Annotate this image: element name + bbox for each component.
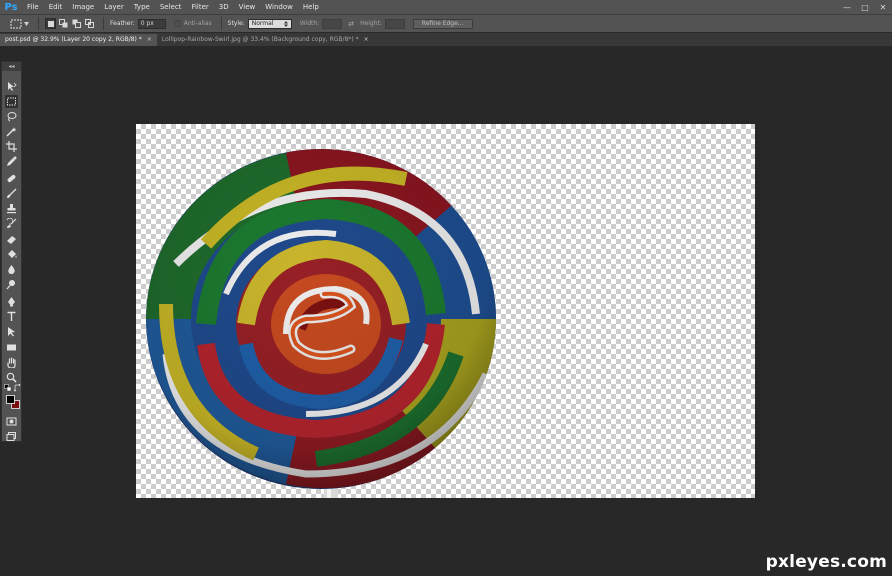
style-select[interactable]: Normal bbox=[247, 18, 292, 29]
eyedropper-tool-icon[interactable] bbox=[5, 155, 18, 168]
photoshop-logo-icon: Ps bbox=[4, 1, 18, 13]
document-tab-bar: post.psd @ 32.9% (Layer 20 copy 2, RGB/8… bbox=[0, 33, 892, 46]
tool-preset-picker[interactable] bbox=[6, 16, 32, 31]
menu-3d[interactable]: 3D bbox=[214, 0, 234, 14]
lasso-tool-icon[interactable] bbox=[5, 110, 18, 123]
menu-image[interactable]: Image bbox=[67, 0, 99, 14]
document-canvas[interactable] bbox=[136, 124, 755, 498]
menu-type[interactable]: Type bbox=[129, 0, 155, 14]
add-to-selection-button[interactable] bbox=[58, 18, 69, 29]
menu-file[interactable]: File bbox=[22, 0, 44, 14]
clone-stamp-tool-icon[interactable] bbox=[5, 202, 18, 215]
paint-bucket-tool-icon[interactable] bbox=[5, 248, 18, 261]
divider bbox=[38, 17, 39, 30]
zoom-tool-icon[interactable] bbox=[5, 371, 18, 384]
history-brush-tool-icon[interactable] bbox=[5, 217, 18, 230]
brush-tool-icon[interactable] bbox=[5, 187, 18, 200]
swap-colors-icon[interactable] bbox=[14, 384, 22, 392]
new-selection-icon bbox=[47, 20, 54, 27]
move-tool-icon[interactable] bbox=[5, 80, 18, 93]
close-button[interactable]: ✕ bbox=[874, 0, 892, 14]
maximize-button[interactable]: □ bbox=[856, 0, 874, 14]
tab-title: Lollipop-Rainbow-Swirl.jpg @ 33.4% (Back… bbox=[161, 36, 359, 43]
screen-mode-icon[interactable] bbox=[5, 430, 18, 443]
foreground-color-swatch[interactable] bbox=[6, 395, 15, 404]
anti-alias-label: Anti-alias bbox=[183, 20, 212, 27]
subtract-selection-icon bbox=[72, 19, 81, 28]
tab-title: post.psd @ 32.9% (Layer 20 copy 2, RGB/8… bbox=[5, 36, 142, 43]
watermark: pxleyes.com bbox=[765, 552, 887, 572]
hand-tool-icon[interactable] bbox=[5, 356, 18, 369]
rectangular-marquee-icon bbox=[10, 19, 21, 28]
anti-alias-checkbox[interactable] bbox=[173, 20, 181, 27]
add-selection-icon bbox=[59, 19, 68, 28]
height-label: Height: bbox=[360, 20, 382, 27]
divider bbox=[220, 17, 222, 30]
chevron-down-icon bbox=[23, 21, 29, 26]
intersect-selection-icon bbox=[85, 19, 94, 28]
feather-label: Feather: bbox=[110, 20, 135, 27]
divider bbox=[103, 17, 104, 30]
quick-mask-icon[interactable] bbox=[5, 415, 18, 428]
menu-window[interactable]: Window bbox=[260, 0, 298, 14]
swap-width-height-icon[interactable]: ⇄ bbox=[348, 20, 354, 28]
menu-edit[interactable]: Edit bbox=[44, 0, 68, 14]
menu-help[interactable]: Help bbox=[298, 0, 324, 14]
tab-post-psd[interactable]: post.psd @ 32.9% (Layer 20 copy 2, RGB/8… bbox=[0, 34, 157, 46]
blur-tool-icon[interactable] bbox=[5, 263, 18, 276]
menu-layer[interactable]: Layer bbox=[99, 0, 129, 14]
collapse-panel-icon[interactable]: ◂◂ bbox=[2, 62, 21, 71]
refine-edge-button[interactable]: Refine Edge... bbox=[412, 18, 473, 29]
rectangle-tool-icon[interactable] bbox=[5, 341, 18, 354]
options-bar: Feather: 0 px Anti-alias Style: Normal W… bbox=[0, 14, 892, 33]
intersect-selection-button[interactable] bbox=[84, 18, 95, 29]
marquee-tool-icon[interactable] bbox=[5, 95, 18, 108]
menu-filter[interactable]: Filter bbox=[186, 0, 213, 14]
new-selection-button[interactable] bbox=[45, 18, 56, 29]
up-down-arrows-icon bbox=[283, 20, 288, 27]
feather-input[interactable]: 0 px bbox=[137, 18, 166, 29]
menu-bar: Ps File Edit Image Layer Type Select Fil… bbox=[0, 0, 892, 14]
width-label: Width: bbox=[299, 20, 320, 27]
photoshop-window: Ps File Edit Image Layer Type Select Fil… bbox=[0, 0, 892, 576]
close-tab-icon[interactable]: × bbox=[364, 34, 369, 46]
crop-tool-icon[interactable] bbox=[5, 140, 18, 153]
tools-panel: ◂◂ bbox=[1, 61, 22, 442]
lollipop-image bbox=[146, 149, 496, 498]
default-colors-icon[interactable] bbox=[4, 384, 12, 392]
width-input[interactable] bbox=[322, 18, 343, 29]
healing-brush-tool-icon[interactable] bbox=[5, 172, 18, 185]
pen-tool-icon[interactable] bbox=[5, 295, 18, 308]
close-tab-icon[interactable]: × bbox=[147, 34, 152, 46]
style-value: Normal bbox=[251, 19, 274, 27]
tab-lollipop-jpg[interactable]: Lollipop-Rainbow-Swirl.jpg @ 33.4% (Back… bbox=[157, 34, 374, 46]
eraser-tool-icon[interactable] bbox=[5, 233, 18, 246]
dodge-tool-icon[interactable] bbox=[5, 278, 18, 291]
subtract-from-selection-button[interactable] bbox=[71, 18, 82, 29]
quick-selection-tool-icon[interactable] bbox=[5, 125, 18, 138]
height-input[interactable] bbox=[384, 18, 405, 29]
style-label: Style: bbox=[227, 20, 245, 27]
menu-view[interactable]: View bbox=[234, 0, 261, 14]
minimize-button[interactable]: — bbox=[838, 0, 856, 14]
window-controls: — □ ✕ bbox=[838, 0, 892, 14]
menu-select[interactable]: Select bbox=[155, 0, 187, 14]
path-selection-tool-icon[interactable] bbox=[5, 325, 18, 338]
type-tool-icon[interactable] bbox=[5, 310, 18, 323]
